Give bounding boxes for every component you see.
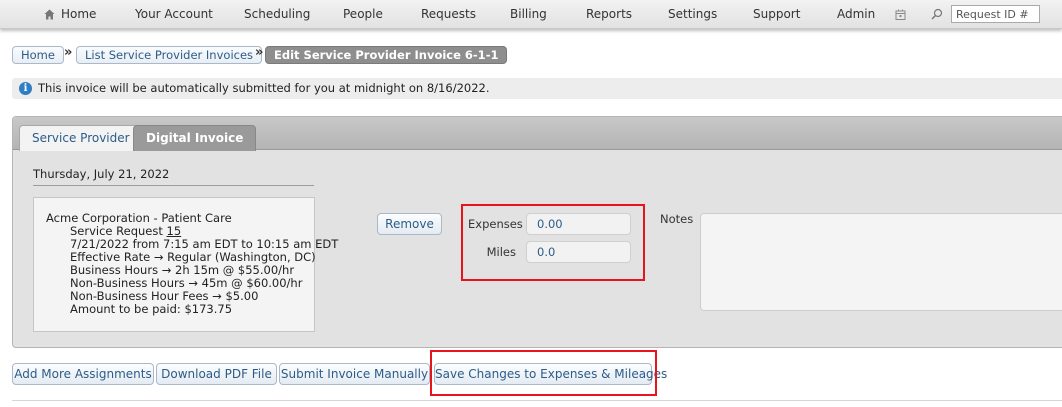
info-message: This invoice will be automatically submi…	[38, 81, 490, 95]
miles-label: Miles	[486, 245, 516, 259]
expenses-label: Expenses	[468, 217, 523, 231]
tab-service-provider[interactable]: Service Provider	[19, 125, 143, 151]
save-highlight-box	[430, 350, 657, 396]
invoice-date: Thursday, July 21, 2022	[33, 167, 170, 181]
request-id-input[interactable]	[951, 5, 1040, 23]
breadcrumb-current: Edit Service Provider Invoice 6-1-1	[265, 46, 508, 64]
calendar-icon[interactable]	[895, 9, 906, 20]
tab-strip: Service Provider Digital Invoice	[13, 117, 1062, 151]
nav-requests[interactable]: Requests	[421, 7, 476, 21]
assignment-details: Acme Corporation - Patient Care Service …	[33, 197, 338, 332]
home-icon	[44, 9, 55, 20]
nav-your-account[interactable]: Your Account	[135, 7, 213, 21]
remove-button[interactable]: Remove	[377, 213, 442, 235]
miles-input[interactable]	[526, 241, 631, 263]
breadcrumb-separator: »	[64, 45, 73, 60]
date-divider	[33, 185, 314, 186]
info-message-bar: i This invoice will be automatically sub…	[12, 78, 1062, 99]
nav-people[interactable]: People	[343, 7, 383, 21]
add-more-assignments-button[interactable]: Add More Assignments	[12, 363, 154, 385]
nav-support[interactable]: Support	[753, 7, 800, 21]
tab-digital-invoice[interactable]: Digital Invoice	[133, 125, 257, 151]
notes-label: Notes	[660, 212, 694, 226]
download-pdf-button[interactable]: Download PDF File	[156, 363, 277, 385]
nav-billing[interactable]: Billing	[510, 7, 547, 21]
expenses-input[interactable]	[526, 213, 631, 235]
nav-home[interactable]: Home	[61, 7, 96, 21]
bottom-divider	[12, 400, 1062, 401]
service-request-label: Service Request	[70, 224, 163, 238]
amount-to-be-paid: Amount to be paid: $173.75	[70, 302, 233, 316]
nav-scheduling[interactable]: Scheduling	[244, 7, 310, 21]
breadcrumb-separator: »	[255, 45, 264, 60]
notes-textarea[interactable]	[700, 213, 1062, 311]
breadcrumb-home[interactable]: Home	[12, 46, 64, 64]
submit-invoice-manually-button[interactable]: Submit Invoice Manually	[279, 363, 430, 385]
invoice-panel: Service Provider Digital Invoice Thursda…	[12, 116, 1062, 348]
nav-admin[interactable]: Admin	[837, 7, 875, 21]
top-nav-bar: Home Your Account Scheduling People Requ…	[0, 0, 1062, 29]
service-request-link[interactable]: 15	[167, 224, 182, 238]
search-icon[interactable]	[931, 8, 943, 20]
nav-settings[interactable]: Settings	[668, 7, 717, 21]
nav-reports[interactable]: Reports	[586, 7, 632, 21]
breadcrumb-list-invoices[interactable]: List Service Provider Invoices	[76, 46, 263, 64]
info-icon: i	[19, 82, 32, 95]
